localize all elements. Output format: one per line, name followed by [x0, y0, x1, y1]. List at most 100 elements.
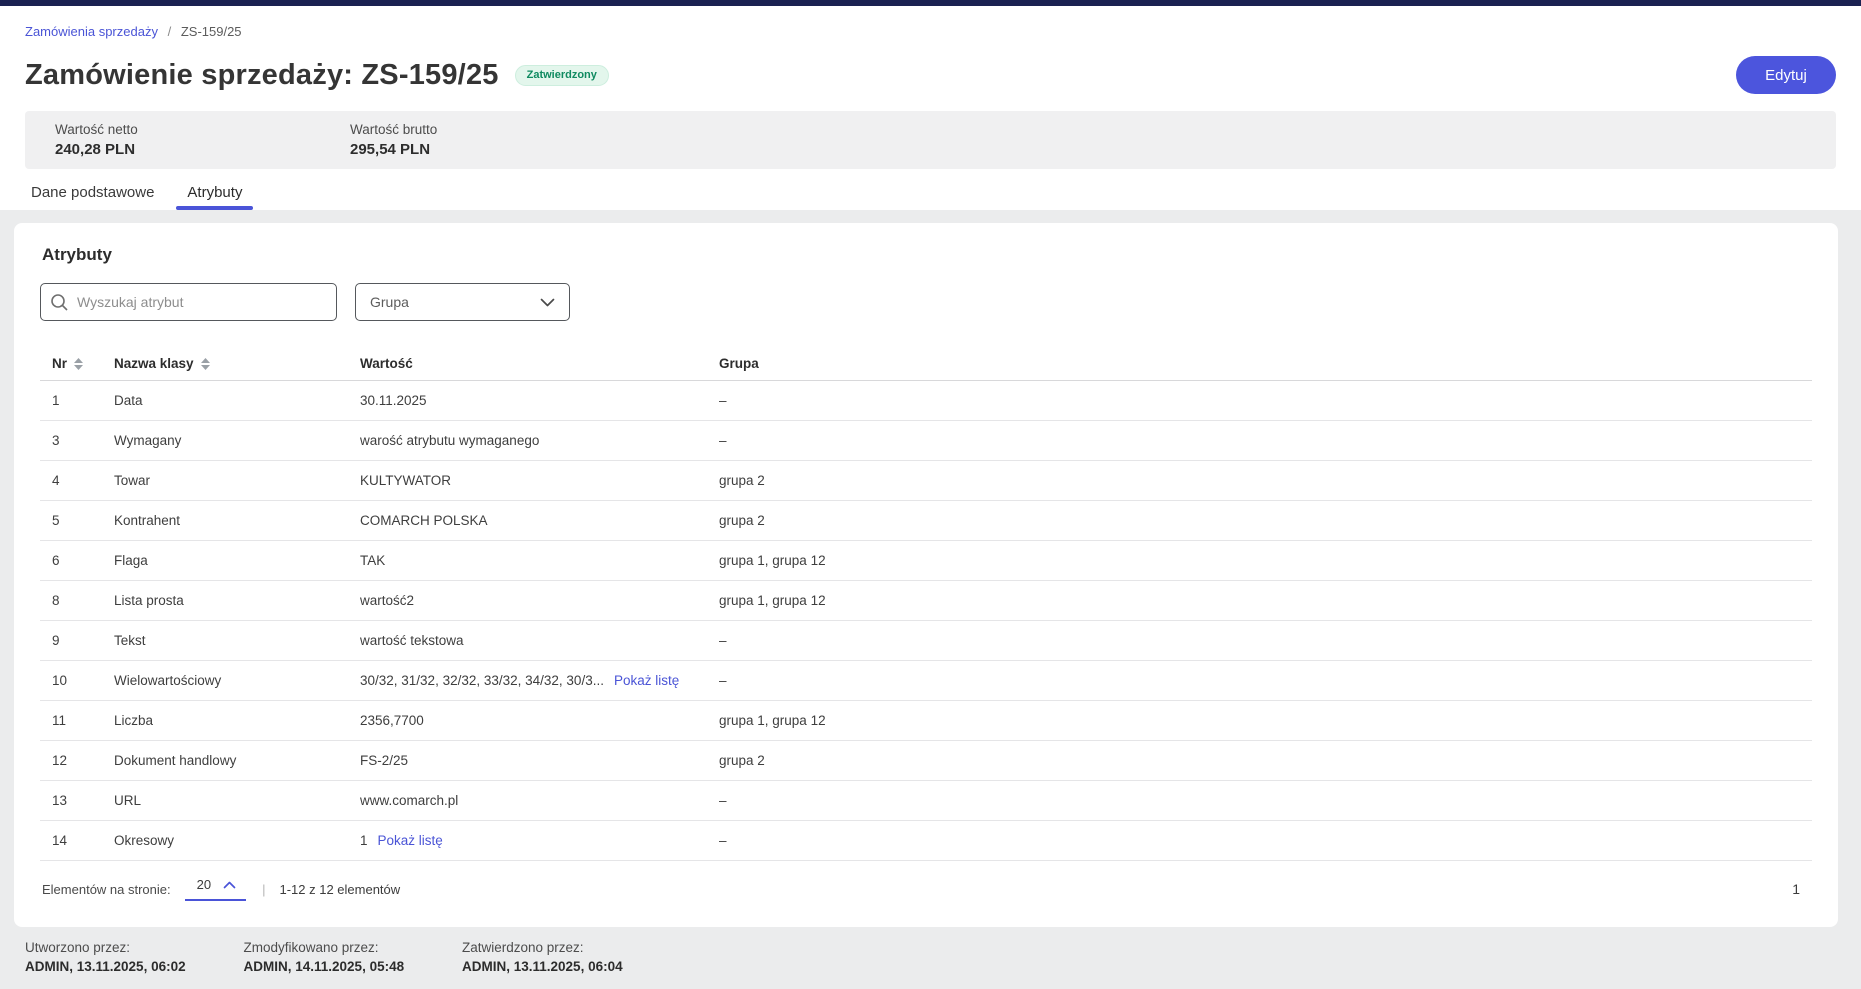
- tab-dane-podstawowe[interactable]: Dane podstawowe: [25, 184, 165, 210]
- cell-wartosc: wartość tekstowa: [360, 633, 719, 648]
- pagination-separator: |: [262, 882, 265, 897]
- modified-by: Zmodyfikowano przez: ADMIN, 14.11.2025, …: [244, 939, 463, 975]
- cell-nr: 3: [40, 433, 114, 448]
- show-list-link[interactable]: Pokaż listę: [614, 673, 679, 688]
- column-header-nazwa-klasy[interactable]: Nazwa klasy: [114, 356, 360, 371]
- cell-nr: 5: [40, 513, 114, 528]
- cell-grupa: –: [719, 833, 1812, 848]
- cell-nr: 8: [40, 593, 114, 608]
- cell-nazwa-klasy: Lista prosta: [114, 593, 360, 608]
- group-filter-label: Grupa: [370, 294, 540, 310]
- table-header: Nr Nazwa klasy Wartość: [40, 347, 1812, 381]
- tab-dane-podstawowe-label: Dane podstawowe: [31, 184, 154, 201]
- attribute-value: warość atrybutu wymaganego: [360, 433, 539, 448]
- created-by-label: Utworzono przez:: [25, 939, 244, 956]
- cell-nr: 1: [40, 393, 114, 408]
- modified-by-value: ADMIN, 14.11.2025, 05:48: [244, 958, 463, 975]
- column-header-grupa: Grupa: [719, 356, 1812, 371]
- table-row: 14Okresowy1 Pokaż listę –: [40, 821, 1812, 861]
- attribute-value: 30/32, 31/32, 32/32, 33/32, 34/32, 30/3.…: [360, 673, 604, 688]
- page-number-button[interactable]: 1: [1792, 881, 1800, 897]
- summary-gross-label: Wartość brutto: [350, 121, 645, 138]
- attribute-value: www.comarch.pl: [360, 793, 458, 808]
- cell-nazwa-klasy: Okresowy: [114, 833, 360, 848]
- summary-gross-value: Wartość brutto 295,54 PLN: [350, 121, 645, 159]
- cell-wartosc: 30/32, 31/32, 32/32, 33/32, 34/32, 30/3.…: [360, 673, 719, 688]
- table-row: 13URLwww.comarch.pl –: [40, 781, 1812, 821]
- title-row: Zamówienie sprzedaży: ZS-159/25 Zatwierd…: [25, 56, 1836, 94]
- cell-wartosc: 30.11.2025: [360, 393, 719, 408]
- table-row: 4TowarKULTYWATORgrupa 2: [40, 461, 1812, 501]
- search-icon: [50, 293, 69, 312]
- sort-icon: [201, 358, 210, 370]
- page-header-section: Zamówienia sprzedaży / ZS-159/25 Zamówie…: [0, 6, 1861, 210]
- search-input[interactable]: [77, 294, 326, 310]
- column-header-nazwa-klasy-label: Nazwa klasy: [114, 356, 194, 371]
- cell-nazwa-klasy: Wielowartościowy: [114, 673, 360, 688]
- cell-wartosc: TAK: [360, 553, 719, 568]
- summary-gross-amount: 295,54 PLN: [350, 140, 645, 159]
- cell-grupa: –: [719, 393, 1812, 408]
- cell-nr: 9: [40, 633, 114, 648]
- cell-nr: 14: [40, 833, 114, 848]
- cell-wartosc: 1 Pokaż listę: [360, 833, 719, 848]
- cell-nr: 4: [40, 473, 114, 488]
- show-list-link[interactable]: Pokaż listę: [378, 833, 443, 848]
- cell-grupa: grupa 2: [719, 513, 1812, 528]
- items-per-page-selector[interactable]: 20: [185, 877, 246, 901]
- page: Zamówienia sprzedaży / ZS-159/25 Zamówie…: [0, 0, 1861, 989]
- summary-bar: Wartość netto 240,28 PLN Wartość brutto …: [25, 111, 1836, 169]
- cell-nazwa-klasy: Towar: [114, 473, 360, 488]
- items-per-page-label: Elementów na stronie:: [42, 882, 171, 897]
- attributes-card-title: Atrybuty: [42, 245, 1812, 265]
- summary-net-value: Wartość netto 240,28 PLN: [55, 121, 350, 159]
- attribute-value: wartość2: [360, 593, 414, 608]
- tab-atrybuty[interactable]: Atrybuty: [176, 184, 253, 210]
- cell-wartosc: warość atrybutu wymaganego: [360, 433, 719, 448]
- cell-nazwa-klasy: Dokument handlowy: [114, 753, 360, 768]
- table-row: 11Liczba2356,7700grupa 1, grupa 12: [40, 701, 1812, 741]
- content-section: Atrybuty Grupa Nr: [0, 210, 1861, 989]
- group-filter-dropdown[interactable]: Grupa: [355, 283, 570, 321]
- cell-nr: 6: [40, 553, 114, 568]
- cell-wartosc: KULTYWATOR: [360, 473, 719, 488]
- edit-button[interactable]: Edytuj: [1736, 56, 1836, 94]
- summary-net-amount: 240,28 PLN: [55, 140, 350, 159]
- attribute-value: 2356,7700: [360, 713, 424, 728]
- cell-grupa: grupa 1, grupa 12: [719, 593, 1812, 608]
- attribute-value: 1: [360, 833, 368, 848]
- cell-grupa: –: [719, 793, 1812, 808]
- created-by-value: ADMIN, 13.11.2025, 06:02: [25, 958, 244, 975]
- cell-nazwa-klasy: URL: [114, 793, 360, 808]
- breadcrumb-current: ZS-159/25: [181, 24, 242, 39]
- summary-net-label: Wartość netto: [55, 121, 350, 138]
- attributes-card: Atrybuty Grupa Nr: [14, 223, 1838, 927]
- cell-nazwa-klasy: Wymagany: [114, 433, 360, 448]
- breadcrumb: Zamówienia sprzedaży / ZS-159/25: [25, 24, 1836, 40]
- breadcrumb-parent-link[interactable]: Zamówienia sprzedaży: [25, 24, 158, 39]
- cell-wartosc: 2356,7700: [360, 713, 719, 728]
- cell-grupa: grupa 1, grupa 12: [719, 713, 1812, 728]
- cell-nr: 13: [40, 793, 114, 808]
- active-tab-underline: [176, 206, 253, 210]
- pagination-range: 1-12 z 12 elementów: [279, 882, 400, 897]
- attribute-value: FS-2/25: [360, 753, 408, 768]
- cell-nr: 12: [40, 753, 114, 768]
- table-row: 1Data30.11.2025 –: [40, 381, 1812, 421]
- attribute-value: 30.11.2025: [360, 393, 427, 408]
- status-badge: Zatwierdzony: [515, 65, 609, 86]
- table-row: 10Wielowartościowy30/32, 31/32, 32/32, 3…: [40, 661, 1812, 701]
- column-header-nr[interactable]: Nr: [40, 356, 114, 371]
- table-row: 3Wymaganywarość atrybutu wymaganego–: [40, 421, 1812, 461]
- pagination: Elementów na stronie: 20 | 1-12 z 12 ele…: [40, 877, 1812, 901]
- column-header-nr-label: Nr: [52, 356, 67, 371]
- column-header-wartosc: Wartość: [360, 356, 719, 371]
- cell-nazwa-klasy: Data: [114, 393, 360, 408]
- breadcrumb-separator: /: [168, 24, 172, 39]
- cell-grupa: grupa 2: [719, 753, 1812, 768]
- tabs: Dane podstawowe Atrybuty: [25, 184, 1836, 210]
- table-row: 5KontrahentCOMARCH POLSKAgrupa 2: [40, 501, 1812, 541]
- column-header-grupa-label: Grupa: [719, 356, 759, 371]
- approved-by: Zatwierdzono przez: ADMIN, 13.11.2025, 0…: [462, 939, 681, 975]
- attributes-table-body: 1Data30.11.2025–3Wymaganywarość atrybutu…: [40, 381, 1812, 861]
